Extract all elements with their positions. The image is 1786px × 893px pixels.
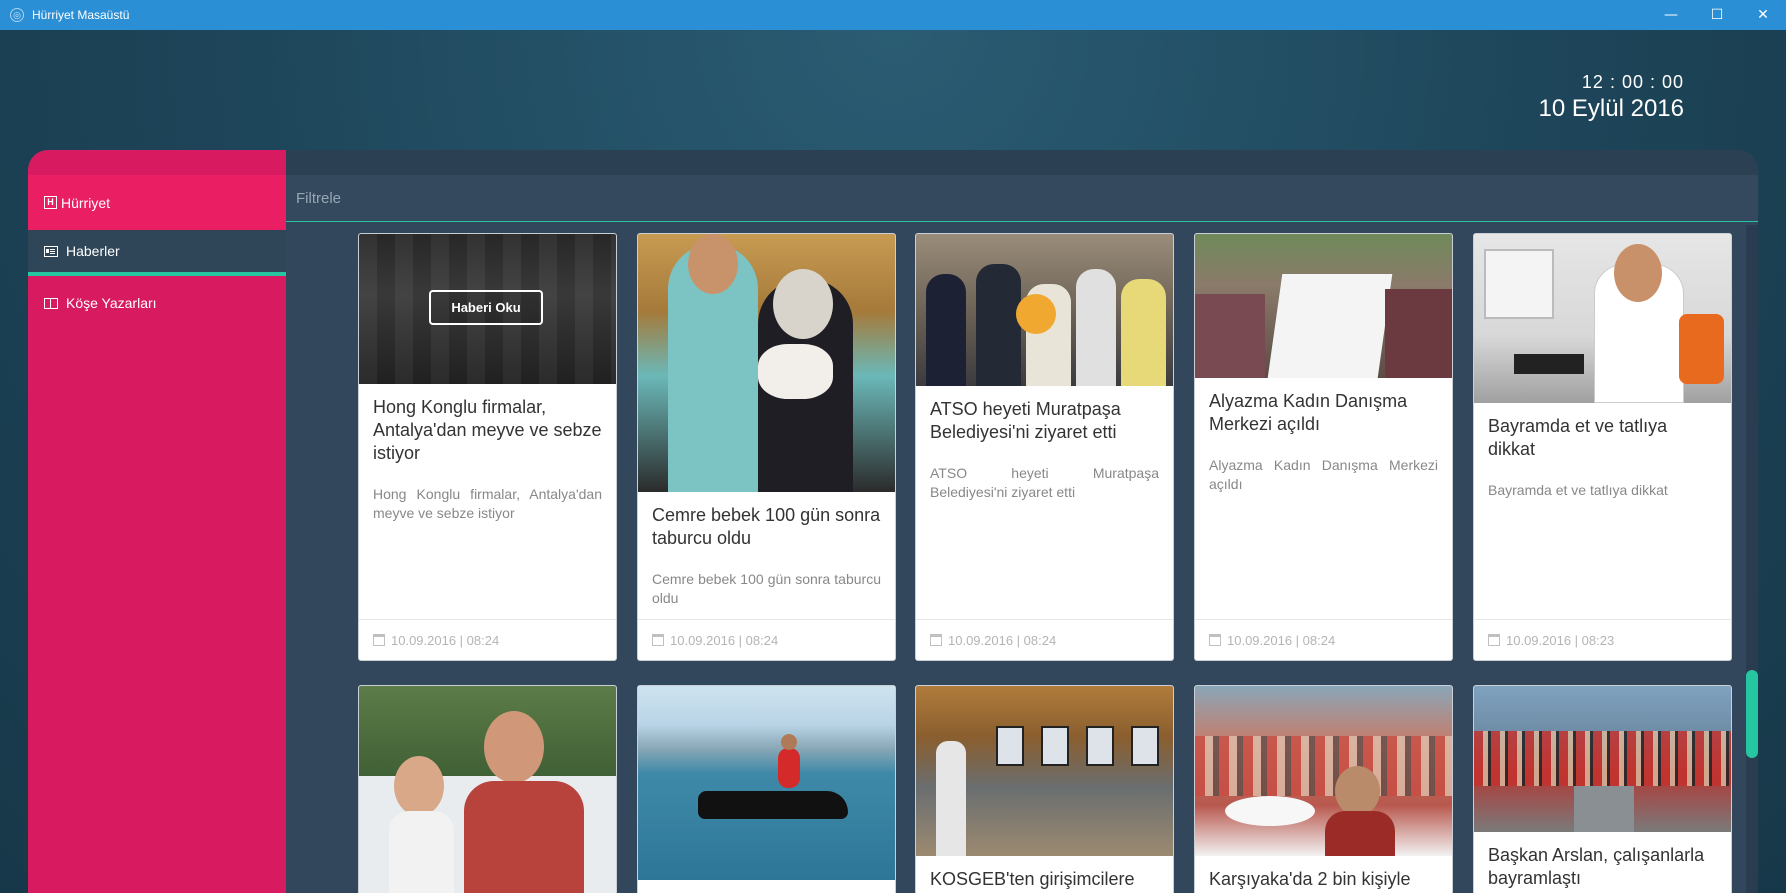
news-card[interactable]: Bayramda et ve tatlıya dikkat Bayramda e… <box>1473 233 1732 661</box>
news-footer: 10.09.2016 | 08:23 <box>1474 619 1731 660</box>
news-image <box>1474 234 1731 403</box>
news-image <box>916 234 1173 386</box>
content-area: Haberi Oku Hong Konglu firmalar, Antalya… <box>286 150 1758 893</box>
news-card[interactable]: Karşıyaka'da 2 bin kişiyle <box>1194 685 1453 893</box>
window-controls: — ☐ ✕ <box>1648 0 1786 30</box>
news-footer: 10.09.2016 | 08:24 <box>359 619 616 660</box>
calendar-icon <box>652 634 664 646</box>
news-summary: Bayramda et ve tatlıya dikkat <box>1488 482 1668 498</box>
news-footer: 10.09.2016 | 08:24 <box>916 619 1173 660</box>
scrollbar-thumb[interactable] <box>1746 670 1758 758</box>
main-panel: H Hürriyet Haberler Köşe Yazarları Haber… <box>28 150 1758 893</box>
news-image <box>1195 686 1452 856</box>
clock-time: 12 : 00 : 00 <box>1581 72 1684 92</box>
scrollbar-track[interactable] <box>1746 225 1758 893</box>
clock: 12 : 00 : 00 10 Eylül 2016 <box>1539 72 1684 123</box>
sidebar-item-kose-yazarlari[interactable]: Köşe Yazarları <box>28 280 286 326</box>
book-icon <box>44 297 58 309</box>
news-date: 10.09.2016 | 08:24 <box>1227 632 1336 648</box>
news-footer: 10.09.2016 | 08:24 <box>638 619 895 660</box>
news-title: Alyazma Kadın Danışma Merkezi açıldı <box>1209 391 1408 434</box>
news-image <box>916 686 1173 856</box>
newspaper-icon <box>44 245 58 257</box>
news-image <box>638 686 895 880</box>
close-button[interactable]: ✕ <box>1740 0 1786 30</box>
read-news-button[interactable]: Haberi Oku <box>429 290 543 325</box>
brand-label: Hürriyet <box>61 194 111 211</box>
news-card[interactable] <box>637 685 896 893</box>
news-date: 10.09.2016 | 08:24 <box>391 632 500 648</box>
sidebar-item-label: Köşe Yazarları <box>66 295 157 311</box>
maximize-button[interactable]: ☐ <box>1694 0 1740 30</box>
news-summary: Alyazma Kadın Danışma Merkezi açıldı <box>1209 457 1438 492</box>
news-card[interactable] <box>358 685 617 893</box>
content-top-strip <box>286 150 1758 175</box>
calendar-icon <box>1488 634 1500 646</box>
news-summary: ATSO heyeti Muratpaşa Belediyesi'ni ziya… <box>930 465 1159 500</box>
news-date: 10.09.2016 | 08:24 <box>948 632 1057 648</box>
news-summary: Cemre bebek 100 gün sonra taburcu oldu <box>652 571 881 606</box>
news-card[interactable]: KOSGEB'ten girişimcilere <box>915 685 1174 893</box>
hurriyet-logo-icon: H <box>44 196 57 209</box>
news-title: ATSO heyeti Muratpaşa Belediyesi'ni ziya… <box>930 399 1121 442</box>
news-summary: Hong Konglu firmalar, Antalya'dan meyve … <box>373 486 602 521</box>
news-footer: 10.09.2016 | 08:24 <box>1195 619 1452 660</box>
news-title: Bayramda et ve tatlıya dikkat <box>1488 416 1668 459</box>
calendar-icon <box>1209 634 1221 646</box>
title-bar: ◎ Hürriyet Masaüstü — ☐ ✕ <box>0 0 1786 30</box>
calendar-icon <box>930 634 942 646</box>
news-title: Başkan Arslan, çalışanlarla bayramlaştı <box>1488 845 1705 888</box>
sidebar: H Hürriyet Haberler Köşe Yazarları <box>28 150 286 893</box>
clock-date: 10 Eylül 2016 <box>1538 95 1684 122</box>
news-card[interactable]: Haberi Oku Hong Konglu firmalar, Antalya… <box>358 233 617 661</box>
window-title: Hürriyet Masaüstü <box>32 8 130 22</box>
news-card[interactable]: ATSO heyeti Muratpaşa Belediyesi'ni ziya… <box>915 233 1174 661</box>
calendar-icon <box>373 634 385 646</box>
brand[interactable]: H Hürriyet <box>28 175 286 230</box>
news-title: KOSGEB'ten girişimcilere <box>930 869 1135 889</box>
news-date: 10.09.2016 | 08:24 <box>670 632 779 648</box>
app-icon: ◎ <box>10 8 24 22</box>
news-image: Haberi Oku <box>359 234 616 384</box>
news-image <box>1474 686 1731 832</box>
news-card[interactable]: Alyazma Kadın Danışma Merkezi açıldı Aly… <box>1194 233 1453 661</box>
filter-bar <box>286 175 1758 222</box>
news-date: 10.09.2016 | 08:23 <box>1506 632 1615 648</box>
news-image <box>359 686 616 893</box>
minimize-button[interactable]: — <box>1648 0 1694 30</box>
news-card[interactable]: Başkan Arslan, çalışanlarla bayramlaştı <box>1473 685 1732 893</box>
news-title: Cemre bebek 100 gün sonra taburcu oldu <box>652 505 881 548</box>
sidebar-item-haberler[interactable]: Haberler <box>28 230 286 276</box>
filter-input[interactable] <box>296 187 696 209</box>
news-title: Karşıyaka'da 2 bin kişiyle <box>1209 869 1411 889</box>
news-card[interactable]: Cemre bebek 100 gün sonra taburcu oldu C… <box>637 233 896 661</box>
news-image <box>638 234 895 492</box>
news-image <box>1195 234 1452 378</box>
news-title: Hong Konglu firmalar, Antalya'dan meyve … <box>373 397 602 463</box>
sidebar-item-label: Haberler <box>66 243 120 259</box>
